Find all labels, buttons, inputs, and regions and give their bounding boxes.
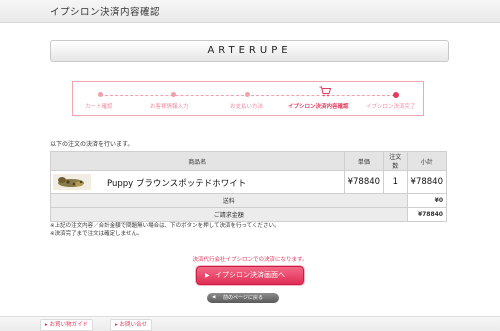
step-label-5: イプシロン決済完了 — [366, 104, 416, 110]
back-button[interactable]: ◀ 前のページに戻る — [207, 293, 279, 303]
note-line-2: ※決済完了まで注文は確定しません。 — [50, 231, 143, 237]
product-thumbnail — [53, 174, 91, 190]
progress-steps: カート確認 お客様情報入力 お支払い方法 イプシロン決済内容確認 イプシロン決済… — [72, 81, 424, 116]
step-dot-5 — [393, 92, 399, 98]
contact-arrow-icon: ▸ — [115, 322, 118, 328]
footer: ▸ お買い物ガイド ▸ お問い合せ — [0, 316, 500, 331]
guide-arrow-icon: ▸ — [45, 322, 48, 328]
table-row: Puppy ブラウンスポッテドホワイト ¥78840 1 ¥78840 — [50, 170, 448, 194]
intro-text: 以下の注文の決済を行います。 — [50, 141, 134, 148]
back-button-label: 前のページに戻る — [223, 295, 263, 301]
arrow-right-icon: ▶ — [205, 272, 210, 279]
payment-notice: 決済代行会社イプシロンでの決済になります。 — [192, 257, 308, 263]
proceed-button-label: イプシロン決済画面へ — [215, 271, 285, 279]
step-label-1: カート確認 — [85, 104, 113, 110]
shipping-label: 送料 — [50, 193, 408, 208]
order-table: 商品名 単価 注文数 小計 Puppy ブラウンスポッテドホワイト ¥78840… — [50, 151, 448, 222]
notes: ※上記の注文内容／合計金額で問題無い場合は、下のボタンを押して決済を行ってくださ… — [50, 222, 280, 238]
product-price: ¥78840 — [343, 170, 385, 194]
page-title: イプシロン決済内容確認 — [50, 7, 161, 18]
product-qty: 1 — [383, 170, 408, 194]
step-dot-3 — [245, 92, 250, 97]
total-value: ¥78840 — [406, 207, 448, 222]
brand-banner: ARTERUPE — [50, 40, 449, 62]
shipping-value: ¥0 — [406, 193, 448, 208]
col-header-subtotal: 小計 — [406, 151, 448, 171]
step-dot-1 — [98, 92, 103, 97]
note-line-1: ※上記の注文内容／合計金額で問題無い場合は、下のボタンを押して決済を行ってくださ… — [50, 223, 280, 229]
step-dot-2 — [171, 92, 176, 97]
product-name: Puppy ブラウンスポッテドホワイト — [107, 179, 247, 189]
step-label-4: イプシロン決済内容確認 — [288, 104, 349, 110]
total-row: ご請求金額 ¥78840 — [50, 207, 448, 222]
step-label-3: お支払い方法 — [230, 104, 264, 110]
cart-icon — [319, 86, 331, 97]
table-header-row: 商品名 単価 注文数 小計 — [50, 151, 448, 171]
total-label: ご請求金額 — [50, 207, 408, 222]
top-bar: イプシロン決済内容確認 — [0, 0, 500, 23]
arrow-left-icon: ◀ — [212, 295, 216, 300]
contact-label: お問い合せ — [119, 322, 148, 328]
shipping-row: 送料 ¥0 — [50, 193, 448, 208]
product-cell: Puppy ブラウンスポッテドホワイト — [50, 170, 345, 194]
product-subtotal: ¥78840 — [406, 170, 448, 194]
contact-link[interactable]: ▸ お問い合せ — [110, 319, 153, 331]
col-header-qty: 注文数 — [383, 151, 408, 171]
shopping-guide-link[interactable]: ▸ お買い物ガイド — [40, 319, 94, 331]
step-label-2: お客様情報入力 — [150, 104, 189, 110]
shopping-guide-label: お買い物ガイド — [49, 322, 89, 328]
col-header-price: 単価 — [343, 151, 385, 171]
col-header-product: 商品名 — [50, 151, 345, 171]
proceed-to-payment-button[interactable]: ▶ イプシロン決済画面へ — [196, 266, 304, 285]
